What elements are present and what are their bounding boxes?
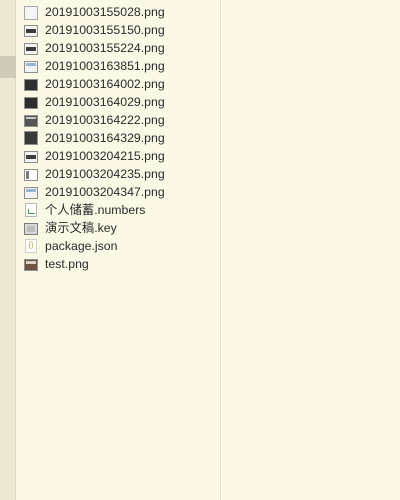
png-window-icon [24,60,38,73]
file-row[interactable]: 20191003204347.png [17,183,221,201]
file-row[interactable]: 20191003204235.png [17,165,221,183]
file-row[interactable]: 20191003204215.png [17,147,221,165]
png-blank-icon [24,5,38,20]
file-list: 20191003155028.png 20191003155150.png 20… [17,3,221,273]
file-row[interactable]: 20191003164329.png [17,129,221,147]
file-name: 20191003164029.png [45,95,165,109]
file-row[interactable]: 20191003155150.png [17,21,221,39]
file-row[interactable]: 20191003164029.png [17,93,221,111]
png-thumbnail-icon [24,150,38,163]
png-thumbnail-icon [24,42,38,55]
file-name: package.json [45,239,118,253]
numbers-document-icon [25,203,37,217]
file-name: 20191003155224.png [45,41,165,55]
png-dark-icon [24,131,38,145]
png-thumbnail-icon [24,78,38,91]
png-thumbnail-icon [24,186,38,199]
file-row[interactable]: test.png [17,255,221,273]
file-name: test.png [45,257,89,271]
file-name: 20191003155150.png [45,23,165,37]
file-row[interactable]: 20191003163851.png [17,57,221,75]
file-name: 20191003204347.png [45,185,165,199]
png-thumbnail-icon [24,114,38,127]
json-document-icon: {} [25,239,37,253]
file-row[interactable]: 演示文稿.key [17,219,221,237]
file-name: 个人储蓄.numbers [45,203,146,217]
png-photo-icon [24,258,38,271]
file-row[interactable]: 个人储蓄.numbers [17,201,221,219]
file-name: 20191003164329.png [45,131,165,145]
file-row[interactable]: 20191003164002.png [17,75,221,93]
png-thumbnail-icon [24,96,38,109]
file-name: 演示文稿.key [45,221,117,235]
png-thumbnail-icon [24,24,38,37]
file-row[interactable]: 20191003155028.png [17,3,221,21]
file-name: 20191003155028.png [45,5,165,19]
keynote-document-icon [24,222,38,235]
file-name: 20191003204215.png [45,149,165,163]
parent-column-strip[interactable] [0,0,16,500]
file-name: 20191003164002.png [45,77,165,91]
file-name: 20191003163851.png [45,59,165,73]
file-row[interactable]: 20191003164222.png [17,111,221,129]
empty-next-column[interactable] [222,0,400,500]
finder-window: 20191003155028.png 20191003155150.png 20… [0,0,400,500]
file-name: 20191003204235.png [45,167,165,181]
png-window-icon [24,168,38,181]
file-row[interactable]: {} package.json [17,237,221,255]
file-list-column[interactable]: 20191003155028.png 20191003155150.png 20… [17,0,221,500]
file-name: 20191003164222.png [45,113,165,127]
parent-column-selected-row[interactable] [0,56,16,78]
file-row[interactable]: 20191003155224.png [17,39,221,57]
